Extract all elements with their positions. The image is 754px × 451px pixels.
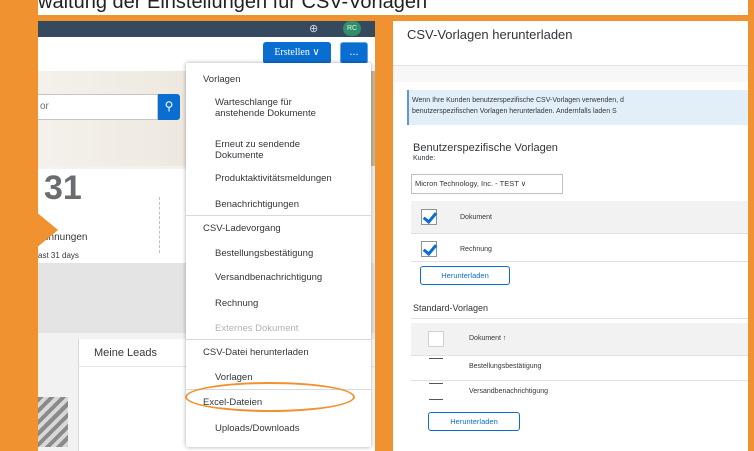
- frame-right-bar: [748, 0, 754, 451]
- menu-item-erneut-senden[interactable]: Erneut zu sendende Dokumente: [215, 139, 300, 161]
- search-icon: ⚲: [164, 99, 174, 113]
- row-separator: [411, 355, 748, 356]
- menu-separator: [186, 339, 371, 340]
- info-text-line2: benutzerspezifischen Vorlagen herunterla…: [412, 108, 617, 115]
- row-label-versand: Versandbenachrichtigung: [469, 388, 549, 395]
- menu-heading-csv-ladevorgang: CSV-Ladevorgang: [203, 223, 281, 234]
- custom-templates-heading: Benutzerspezifische Vorlagen: [413, 142, 558, 154]
- select-all-checkbox[interactable]: [421, 209, 437, 225]
- standard-select-all-checkbox[interactable]: [428, 331, 444, 347]
- menu-item-vorlagen[interactable]: Vorlagen: [215, 372, 253, 383]
- search-button[interactable]: ⚲: [158, 94, 180, 120]
- erstellen-button[interactable]: Erstellen ∨: [263, 42, 331, 64]
- column-header-dokument: Dokument: [460, 214, 492, 221]
- right-pane: CSV-Vorlagen herunterladen Wenn Ihre Kun…: [393, 21, 748, 451]
- menu-item-rechnung[interactable]: Rechnung: [215, 298, 258, 309]
- download-standard-button[interactable]: Herunterladen: [428, 412, 520, 431]
- row-separator: [411, 318, 748, 319]
- leads-title: Meine Leads: [94, 347, 157, 359]
- row-checkbox-bestellung[interactable]: [429, 358, 443, 359]
- frame-middle-bar: [375, 15, 393, 451]
- avatar[interactable]: RC: [343, 21, 361, 36]
- search-placeholder: or: [40, 101, 49, 112]
- row-label-bestellung: Bestellungsbestätigung: [469, 363, 542, 370]
- shell-bar: ⊕ RC: [38, 21, 375, 37]
- menu-item-benachrichtigungen[interactable]: Benachrichtigungen: [215, 199, 299, 210]
- header-band: [393, 66, 748, 82]
- left-pane: ⊕ RC Erstellen ∨ ... or ⚲ 31 echnungen a…: [38, 21, 375, 451]
- search-input[interactable]: or: [38, 94, 158, 120]
- row-checkbox-rechnung[interactable]: [421, 241, 437, 257]
- column-header-dokument-sort[interactable]: Dokument ↑: [469, 335, 506, 342]
- assistant-icon[interactable]: ⊕: [309, 22, 318, 35]
- download-custom-button[interactable]: Herunterladen: [420, 266, 510, 285]
- card-divider: [78, 339, 79, 451]
- pointer-arrow: [0, 182, 58, 278]
- dialog-title: CSV-Vorlagen herunterladen: [407, 27, 573, 42]
- row-checkbox-versand[interactable]: [429, 383, 443, 384]
- customer-label: Kunde:: [413, 155, 436, 162]
- standard-table-header: [411, 323, 748, 355]
- row-separator: [411, 233, 748, 234]
- menu-heading-vorlagen: Vorlagen: [203, 74, 241, 85]
- menu-item-bestellungsbestaetigung[interactable]: Bestellungsbestätigung: [215, 248, 313, 259]
- standard-templates-heading: Standard-Vorlagen: [413, 303, 489, 313]
- row-checkbox-extra[interactable]: [429, 399, 443, 400]
- highlight-circle: [185, 382, 355, 412]
- menu-item-uploads-downloads[interactable]: Uploads/Downloads: [215, 423, 300, 434]
- caption-text: Verwaltung der Einstellungen für CSV-Vor…: [8, 0, 428, 13]
- menu-item-externes-dokument: Externes Dokument: [215, 323, 299, 334]
- row-label-rechnung: Rechnung: [460, 246, 492, 253]
- menu-item-versandbenachrichtigung[interactable]: Versandbenachrichtigung: [215, 272, 322, 283]
- info-text-line1: Wenn Ihre Kunden benutzerspezifische CSV…: [412, 97, 624, 104]
- menu-item-produktaktivitaet[interactable]: Produktaktivitätsmeldungen: [215, 173, 332, 184]
- menu-item-warteschlange[interactable]: Warteschlange für anstehende Dokumente: [215, 97, 316, 119]
- menu-separator: [186, 215, 371, 216]
- customer-select[interactable]: Micron Technology, Inc. - TEST ∨: [411, 174, 563, 194]
- more-button[interactable]: ...: [340, 42, 368, 64]
- row-separator: [411, 380, 748, 381]
- row-separator: [411, 261, 748, 262]
- menu-heading-csv-download: CSV-Datei herunterladen: [203, 347, 309, 358]
- product-thumbnail: [38, 397, 68, 447]
- kpi-divider: [159, 197, 160, 253]
